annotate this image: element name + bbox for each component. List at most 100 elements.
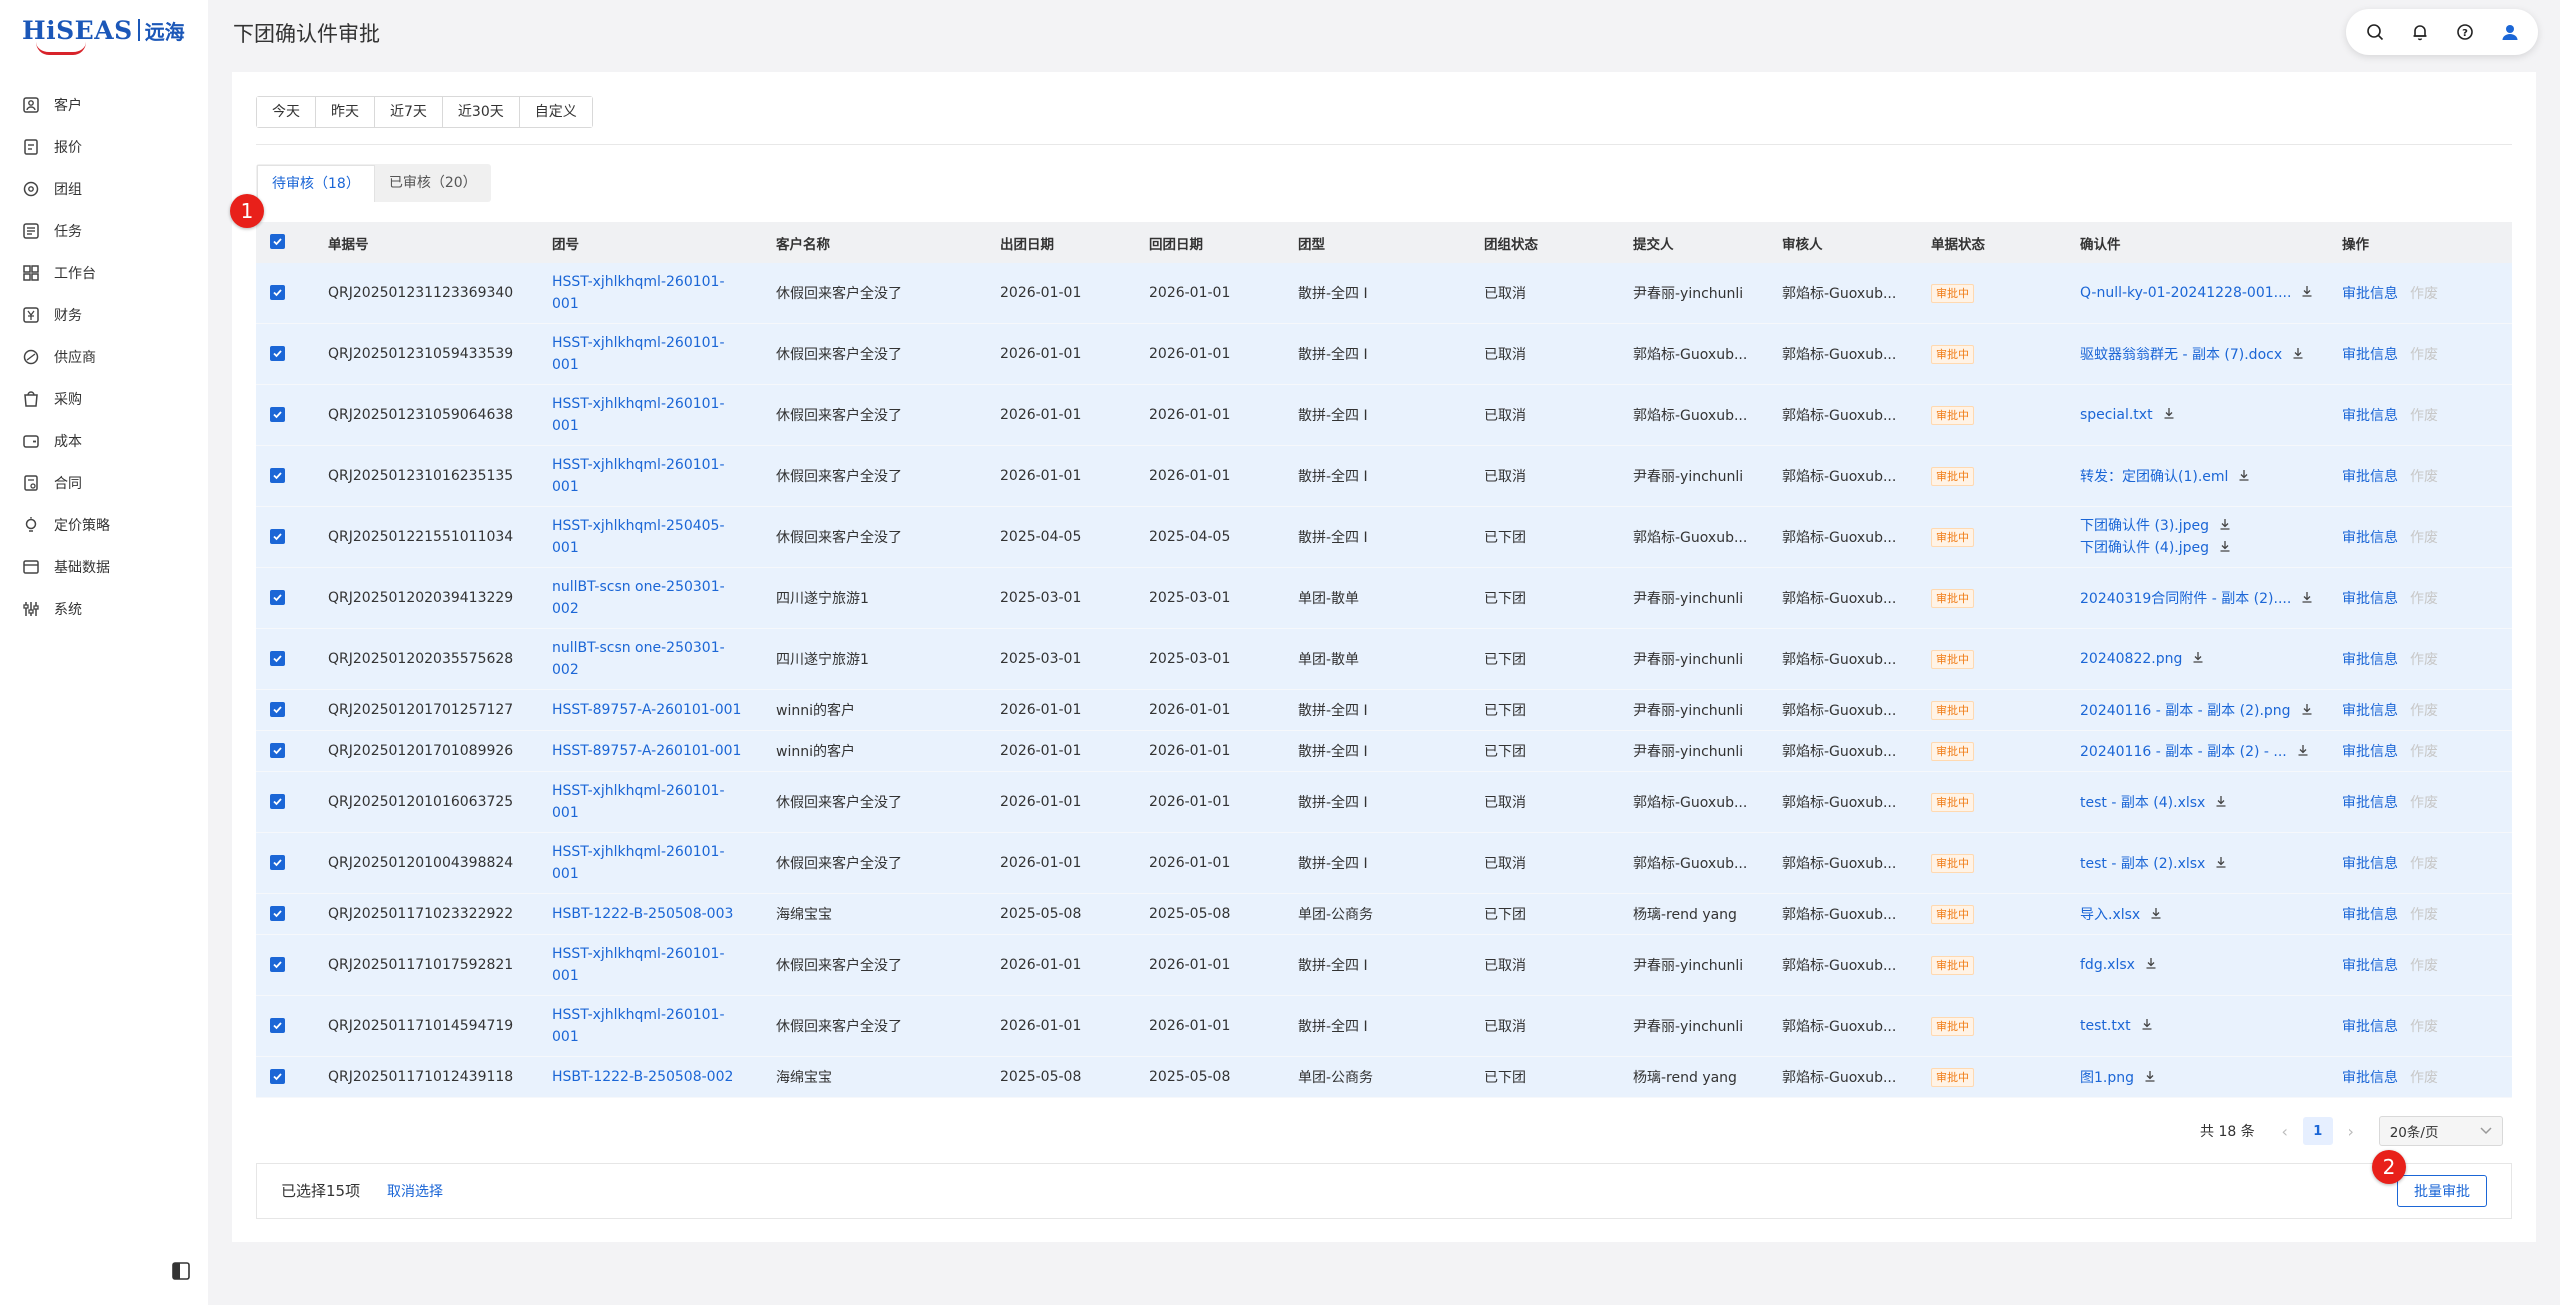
sidebar-item-group[interactable]: 团组 [0,168,208,210]
sidebar-item-workbench[interactable]: 工作台 [0,252,208,294]
approval-info-button[interactable]: 审批信息 [2342,1019,2398,1035]
doc-id-link[interactable]: QRJ202501171014594719 [318,995,542,1057]
col-header-submitter[interactable]: 提交人 [1623,222,1772,263]
table-row[interactable]: QRJ202501171014594719 HSST-xjhlkhqml-2601… [256,995,2512,1057]
table-row[interactable]: QRJ202501171023322922 HSBT-1222-B-250508-… [256,893,2512,935]
sidebar-item-basic-data[interactable]: 基础数据 [0,546,208,588]
sidebar-item-pricing[interactable]: 定价策略 [0,504,208,546]
table-row[interactable]: QRJ202501171012439118 HSBT-1222-B-250508-… [256,1056,2512,1098]
table-row[interactable]: QRJ202501231123369340 HSST-xjhlkhqml-2601… [256,263,2512,324]
group-no-link[interactable]: nullBT-scsn one-250301- 002 [542,628,766,690]
table-row[interactable]: QRJ202501202039413229 nullBT-scsn one-250… [256,567,2512,629]
doc-id-link[interactable]: QRJ202501201701089926 [318,730,542,772]
sidebar-item-cost[interactable]: 成本 [0,420,208,462]
group-no-link[interactable]: HSST-xjhlkhqml-260101- 001 [542,445,766,507]
cancel-selection-link[interactable]: 取消选择 [387,1181,443,1201]
attachment-link[interactable]: Q-null-ky-01-20241228-001.... [2080,285,2332,301]
group-no-link[interactable]: nullBT-scsn one-250301- 002 [542,567,766,629]
group-no-link[interactable]: HSST-xjhlkhqml-260101- 001 [542,263,766,324]
row-checkbox[interactable] [256,832,318,894]
approval-info-button[interactable]: 审批信息 [2342,958,2398,974]
tab-pending[interactable]: 待审核（18） [257,165,375,202]
col-header-attachment[interactable]: 确认件 [2070,222,2332,263]
void-button[interactable]: 作废 [2410,408,2438,424]
row-checkbox[interactable] [256,567,318,629]
download-icon[interactable] [2141,1018,2153,1034]
col-header-doc-status[interactable]: 单据状态 [1921,222,2070,263]
void-button[interactable]: 作废 [2410,652,2438,668]
row-checkbox[interactable] [256,934,318,996]
sidebar-collapse-icon[interactable] [172,1262,190,1280]
doc-id-link[interactable]: QRJ202501231016235135 [318,445,542,507]
table-row[interactable]: QRJ202501231016235135 HSST-xjhlkhqml-2601… [256,445,2512,507]
page-number-current[interactable]: 1 [2302,1117,2333,1145]
range-today[interactable]: 今天 [257,97,316,127]
attachment-link[interactable]: 20240822.png [2080,651,2332,667]
attachment-link[interactable]: 20240116 - 副本 - 副本 (2).png [2080,700,2332,720]
download-icon[interactable] [2145,957,2157,973]
attachment-link[interactable]: 下团确认件 (3).jpeg [2080,515,2332,537]
download-icon[interactable] [2215,795,2227,811]
attachment-link[interactable]: 下团确认件 (4).jpeg [2080,537,2332,559]
group-no-link[interactable]: HSST-xjhlkhqml-250405- 001 [542,506,766,568]
void-button[interactable]: 作废 [2410,1019,2438,1035]
tab-reviewed[interactable]: 已审核（20） [375,164,491,202]
doc-id-link[interactable]: QRJ202501201016063725 [318,771,542,833]
next-page-icon[interactable]: › [2341,1122,2361,1141]
row-checkbox[interactable] [256,628,318,690]
void-button[interactable]: 作废 [2410,744,2438,760]
col-header-auditor[interactable]: 审核人 [1772,222,1921,263]
table-row[interactable]: QRJ202501201701257127 HSST-89757-A-260101… [256,689,2512,731]
col-header-group-status[interactable]: 团组状态 [1474,222,1623,263]
doc-id-link[interactable]: QRJ202501231123369340 [318,263,542,324]
sidebar-item-customer[interactable]: 客户 [0,84,208,126]
table-row[interactable]: QRJ202501201701089926 HSST-89757-A-260101… [256,730,2512,772]
row-checkbox[interactable] [256,445,318,507]
logo[interactable]: HiSEAS 远海 [22,12,185,55]
doc-id-link[interactable]: QRJ202501171017592821 [318,934,542,996]
select-all-checkbox[interactable] [256,222,318,263]
doc-id-link[interactable]: QRJ202501202039413229 [318,567,542,629]
doc-id-link[interactable]: QRJ202501231059433539 [318,323,542,385]
download-icon[interactable] [2192,651,2204,667]
void-button[interactable]: 作废 [2410,958,2438,974]
approval-info-button[interactable]: 审批信息 [2342,469,2398,485]
col-header-id[interactable]: 单据号 [318,222,542,263]
help-icon[interactable]: ? [2452,19,2478,45]
void-button[interactable]: 作废 [2410,703,2438,719]
doc-id-link[interactable]: QRJ202501202035575628 [318,628,542,690]
table-row[interactable]: QRJ202501231059433539 HSST-xjhlkhqml-2601… [256,323,2512,385]
approval-info-button[interactable]: 审批信息 [2342,795,2398,811]
group-no-link[interactable]: HSST-xjhlkhqml-260101- 001 [542,384,766,446]
sidebar-item-finance[interactable]: 财务 [0,294,208,336]
attachment-link[interactable]: 图1.png [2080,1067,2332,1087]
approval-info-button[interactable]: 审批信息 [2342,530,2398,546]
attachment-link[interactable]: 导入.xlsx [2080,904,2332,924]
attachment-link[interactable]: 20240319合同附件 - 副本 (2).... [2080,588,2332,608]
range-custom[interactable]: 自定义 [519,97,592,127]
row-checkbox[interactable] [256,730,318,772]
download-icon[interactable] [2219,515,2231,537]
row-checkbox[interactable] [256,771,318,833]
approval-info-button[interactable]: 审批信息 [2342,347,2398,363]
search-icon[interactable] [2362,19,2388,45]
download-icon[interactable] [2297,744,2309,760]
range-7days[interactable]: 近7天 [375,97,443,127]
row-checkbox[interactable] [256,263,318,324]
attachment-link[interactable]: fdg.xlsx [2080,957,2332,973]
doc-id-link[interactable]: QRJ202501231059064638 [318,384,542,446]
group-no-link[interactable]: HSST-xjhlkhqml-260101- 001 [542,934,766,996]
approval-info-button[interactable]: 审批信息 [2342,907,2398,923]
approval-info-button[interactable]: 审批信息 [2342,744,2398,760]
download-icon[interactable] [2219,537,2231,559]
sidebar-item-system[interactable]: 系统 [0,588,208,630]
download-icon[interactable] [2301,285,2313,301]
doc-id-link[interactable]: QRJ202501201004398824 [318,832,542,894]
attachment-link[interactable]: 转发：定团确认(1).eml [2080,466,2332,486]
sidebar-item-purchase[interactable]: 采购 [0,378,208,420]
group-no-link[interactable]: HSST-89757-A-260101-001 [542,730,766,772]
attachment-link[interactable]: 驱蚊器翁翁群无 - 副本 (7).docx [2080,344,2332,364]
download-icon[interactable] [2150,907,2162,923]
range-yesterday[interactable]: 昨天 [316,97,375,127]
doc-id-link[interactable]: QRJ202501171012439118 [318,1056,542,1098]
